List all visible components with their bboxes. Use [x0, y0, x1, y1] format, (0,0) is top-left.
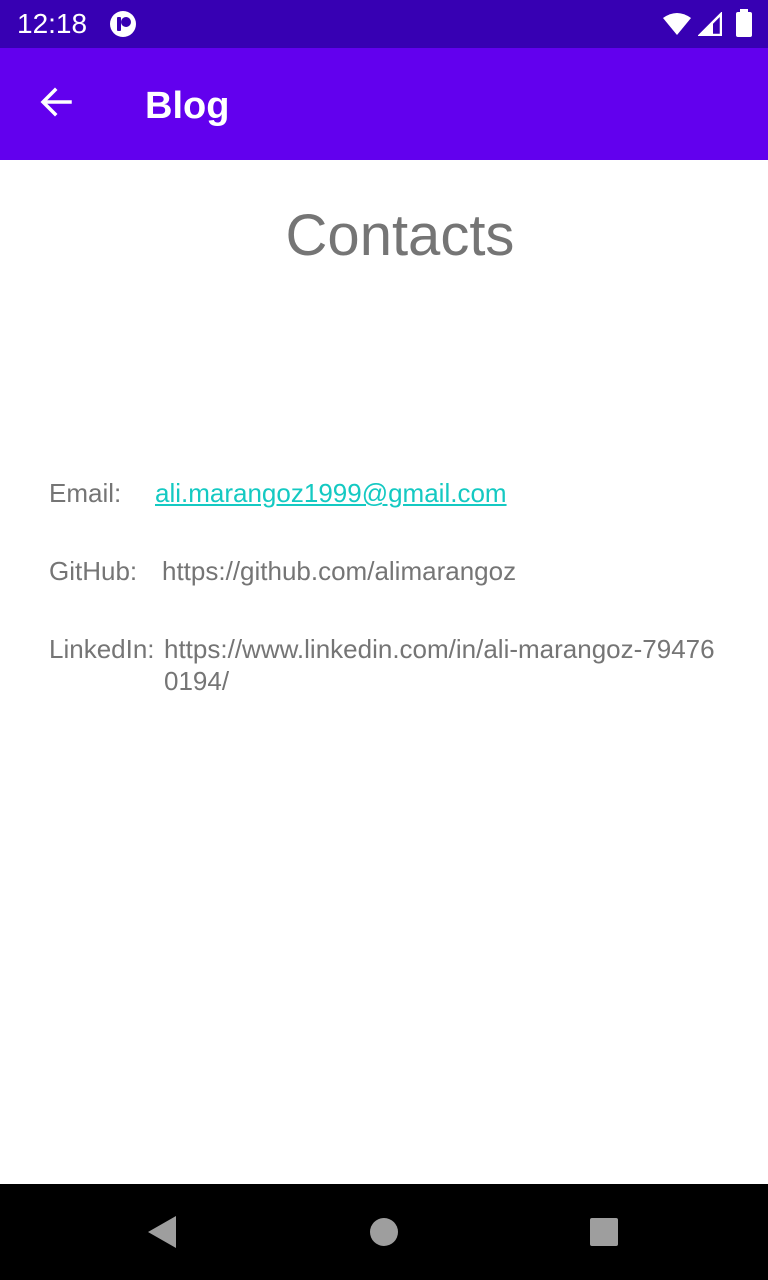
linkedin-label: LinkedIn:	[49, 634, 155, 664]
back-triangle-icon	[136, 1216, 184, 1260]
github-label: GitHub:	[49, 556, 138, 586]
status-time: 12:18	[17, 8, 88, 39]
arrow-back-icon	[38, 84, 74, 125]
nav-recents-button[interactable]	[580, 1208, 628, 1256]
nav-home-button[interactable]	[360, 1208, 408, 1256]
recents-square-icon	[580, 1218, 628, 1260]
app-bar: Blog	[0, 48, 768, 160]
nav-back-button[interactable]	[136, 1208, 184, 1256]
app-title: Blog	[145, 85, 230, 127]
system-nav-bar	[0, 1184, 768, 1280]
email-label: Email:	[49, 478, 122, 508]
linkedin-url: https://www.linkedin.com/in/ali-marangoz…	[164, 634, 715, 696]
wifi-icon	[662, 12, 692, 36]
back-button[interactable]	[24, 72, 88, 136]
app-notification-icon	[109, 10, 137, 38]
page-heading: Contacts	[285, 203, 515, 268]
github-url: https://github.com/alimarangoz	[162, 556, 517, 586]
home-circle-icon	[360, 1218, 408, 1260]
email-link[interactable]: ali.marangoz1999@gmail.com	[155, 477, 507, 509]
cell-signal-icon	[696, 10, 723, 37]
status-bar: 12:18	[0, 0, 768, 48]
battery-icon	[735, 9, 753, 37]
